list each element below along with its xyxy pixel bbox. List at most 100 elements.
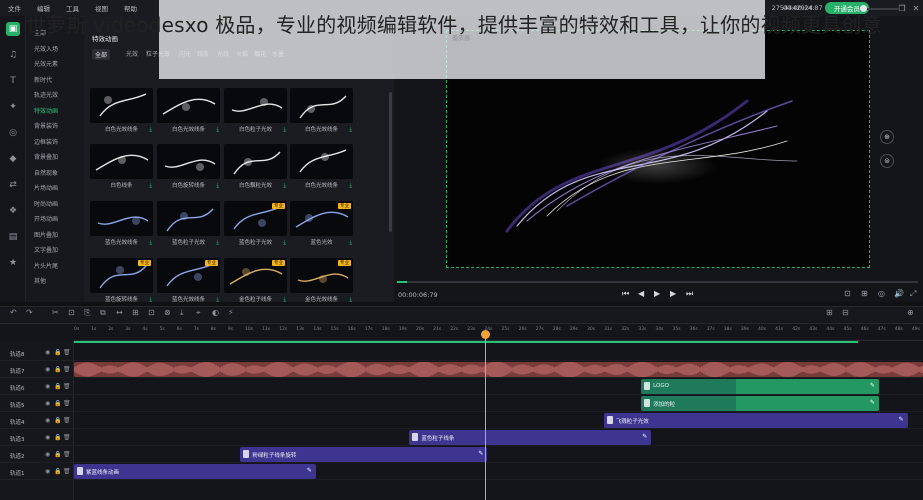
edit-pen-icon[interactable]: ✎ — [642, 433, 647, 440]
library-tab[interactable]: 全部 — [92, 49, 111, 60]
timeline-ruler[interactable]: 0s 1s 2s 3s 4s 5s 6s 7s 8s 9s 10s 11s 12s 13s 14s 15s 16… — [74, 325, 923, 341]
effect-thumbnail[interactable]: ⤓ 蓝色粒子光效 — [157, 201, 220, 248]
toolbar-tool-icon[interactable]: ⚡ — [228, 308, 234, 317]
favorite-icon[interactable]: ★ — [6, 256, 20, 270]
category-item[interactable]: 新时代 — [34, 75, 52, 84]
media-icon[interactable]: ▣ — [6, 22, 20, 36]
lock-icon[interactable]: 🔒 — [54, 366, 61, 373]
preview-tab-label[interactable]: 播放器 — [452, 33, 470, 42]
toolbar-tool-icon[interactable]: ↔ — [116, 308, 123, 317]
delete-icon[interactable]: 🗑 — [63, 468, 71, 475]
effect-clip[interactable]: 添加的粒 ✎ — [641, 396, 879, 411]
delete-icon[interactable]: 🗑 — [63, 434, 71, 441]
fullscreen-icon[interactable]: ⤢ — [910, 289, 916, 299]
step-back-icon[interactable]: ◀ — [638, 289, 644, 298]
toolbar-tool-icon[interactable]: ⌖ — [196, 308, 201, 318]
effect-thumbnail[interactable]: ⤓ 白色旋转线条 — [157, 144, 220, 191]
prev-frame-icon[interactable]: ⏮ — [622, 289, 629, 299]
toolbar-right-icon[interactable]: ⊞ — [826, 308, 833, 317]
category-item[interactable]: 文字叠加 — [34, 245, 58, 254]
zoom-fit-icon[interactable]: ⊕ — [880, 130, 894, 144]
element-icon[interactable]: ◆ — [6, 152, 20, 166]
effect-thumbnail[interactable]: 专业 ⤓ 蓝色粒子光效 — [224, 201, 287, 248]
volume-icon[interactable]: 🔊 — [894, 289, 904, 298]
effect-thumbnail[interactable]: ⤓ 白色光效线条 — [90, 88, 153, 135]
edit-pen-icon[interactable]: ✎ — [899, 416, 904, 423]
category-item[interactable]: 片头片尾 — [34, 261, 58, 270]
grid-icon[interactable]: ⊞ — [861, 289, 868, 298]
category-item[interactable]: 开场动画 — [34, 214, 58, 223]
effect-clip[interactable]: LOGO ✎ — [641, 379, 879, 394]
audio-clip[interactable] — [73, 361, 923, 378]
eye-icon[interactable]: ◉ — [45, 468, 50, 475]
play-icon[interactable]: ▶ — [654, 289, 660, 298]
category-item[interactable]: 背景装饰 — [34, 121, 58, 130]
effect-clip[interactable]: 粉绿粒子线条旋转 ✎ — [240, 447, 488, 462]
close-icon[interactable]: ✕ — [909, 4, 923, 13]
delete-icon[interactable]: 🗑 — [63, 366, 71, 373]
effects-icon[interactable]: ✦ — [6, 100, 20, 114]
toolbar-tool-icon[interactable]: ✂ — [52, 308, 59, 317]
menu-file[interactable]: 文件 — [0, 3, 29, 13]
lock-icon[interactable]: 🔒 — [54, 349, 61, 356]
effect-thumbnail[interactable]: 专业 ⤓ 蓝色光效 — [290, 201, 353, 248]
effect-thumbnail[interactable]: 专业 ⤓ 金色粒子线条 — [224, 258, 287, 305]
settings-icon[interactable]: ◎ — [878, 289, 885, 298]
lock-icon[interactable]: 🔒 — [54, 383, 61, 390]
category-item[interactable]: 背景叠加 — [34, 152, 58, 161]
playhead-knob[interactable] — [481, 330, 490, 339]
category-item[interactable]: 光效元素 — [34, 59, 58, 68]
eye-icon[interactable]: ◉ — [45, 349, 50, 356]
edit-pen-icon[interactable]: ✎ — [307, 467, 312, 474]
eye-icon[interactable]: ◉ — [45, 400, 50, 407]
toolbar-tool-icon[interactable]: ⊞ — [132, 308, 139, 317]
template-icon[interactable]: ▤ — [6, 230, 20, 244]
step-forward-icon[interactable]: ▶ — [670, 289, 676, 298]
lock-icon[interactable]: 🔒 — [54, 417, 61, 424]
effect-thumbnail[interactable]: ⤓ 白色光效线条 — [290, 144, 353, 191]
category-item[interactable]: 片场动画 — [34, 183, 58, 192]
effect-thumbnail[interactable]: ⤓ 白色光效线条 — [157, 88, 220, 135]
edit-pen-icon[interactable]: ✎ — [870, 382, 875, 389]
preview-progress[interactable] — [397, 281, 918, 283]
effect-thumbnail[interactable]: 专业 ⤓ 金色光效线条 — [290, 258, 353, 305]
edit-pen-icon[interactable]: ✎ — [870, 399, 875, 406]
library-scrollbar[interactable] — [389, 92, 392, 232]
work-area-range[interactable] — [74, 341, 858, 343]
eye-icon[interactable]: ◉ — [45, 383, 50, 390]
delete-icon[interactable]: 🗑 — [63, 383, 71, 390]
category-item[interactable]: 轨迹光效 — [34, 90, 58, 99]
category-item[interactable]: 时尚动画 — [34, 199, 58, 208]
lock-icon[interactable]: 🔒 — [54, 400, 61, 407]
lock-icon[interactable]: 🔒 — [54, 468, 61, 475]
category-item[interactable]: 自然现象 — [34, 168, 58, 177]
toolbar-tool-icon[interactable]: ⊗ — [164, 308, 171, 317]
effect-thumbnail[interactable]: 专业 ⤓ 蓝色光效线条 — [157, 258, 220, 305]
toolbar-tool-icon[interactable]: ↷ — [26, 308, 33, 317]
snapshot-icon[interactable]: ⊡ — [844, 289, 851, 298]
category-item[interactable]: 光效入场 — [34, 44, 58, 53]
delete-icon[interactable]: 🗑 — [63, 417, 71, 424]
eye-icon[interactable]: ◉ — [45, 434, 50, 441]
text-icon[interactable]: T — [6, 74, 20, 88]
effect-thumbnail[interactable]: ⤓ 蓝色光效线条 — [90, 201, 153, 248]
eye-icon[interactable]: ◉ — [45, 417, 50, 424]
edit-pen-icon[interactable]: ✎ — [478, 450, 483, 457]
transition-icon[interactable]: ⇄ — [6, 178, 20, 192]
effect-clip[interactable]: 飞溅粒子光效 ✎ — [603, 413, 908, 428]
effect-clip[interactable]: 蓝色粒子线条 ✎ — [409, 430, 652, 445]
category-item[interactable]: 其他 — [34, 276, 46, 285]
effect-thumbnail[interactable]: ⤓ 白色光效线条 — [290, 88, 353, 135]
eye-icon[interactable]: ◉ — [45, 451, 50, 458]
sticker-icon[interactable]: ❖ — [6, 204, 20, 218]
toolbar-tool-icon[interactable]: ⧉ — [100, 308, 106, 318]
toolbar-tool-icon[interactable]: ↶ — [10, 308, 17, 317]
effect-thumbnail[interactable]: ⤓ 白色粒子光效 — [224, 88, 287, 135]
lock-ratio-icon[interactable]: ⊜ — [880, 154, 894, 168]
playhead[interactable] — [485, 331, 486, 500]
lock-icon[interactable]: 🔒 — [54, 451, 61, 458]
effect-thumbnail[interactable]: 专业 ⤓ 蓝色旋转线条 — [90, 258, 153, 305]
category-item[interactable]: 特效动画 — [34, 106, 58, 115]
delete-icon[interactable]: 🗑 — [63, 451, 71, 458]
toolbar-right-icon[interactable]: ⊕ — [907, 308, 914, 317]
